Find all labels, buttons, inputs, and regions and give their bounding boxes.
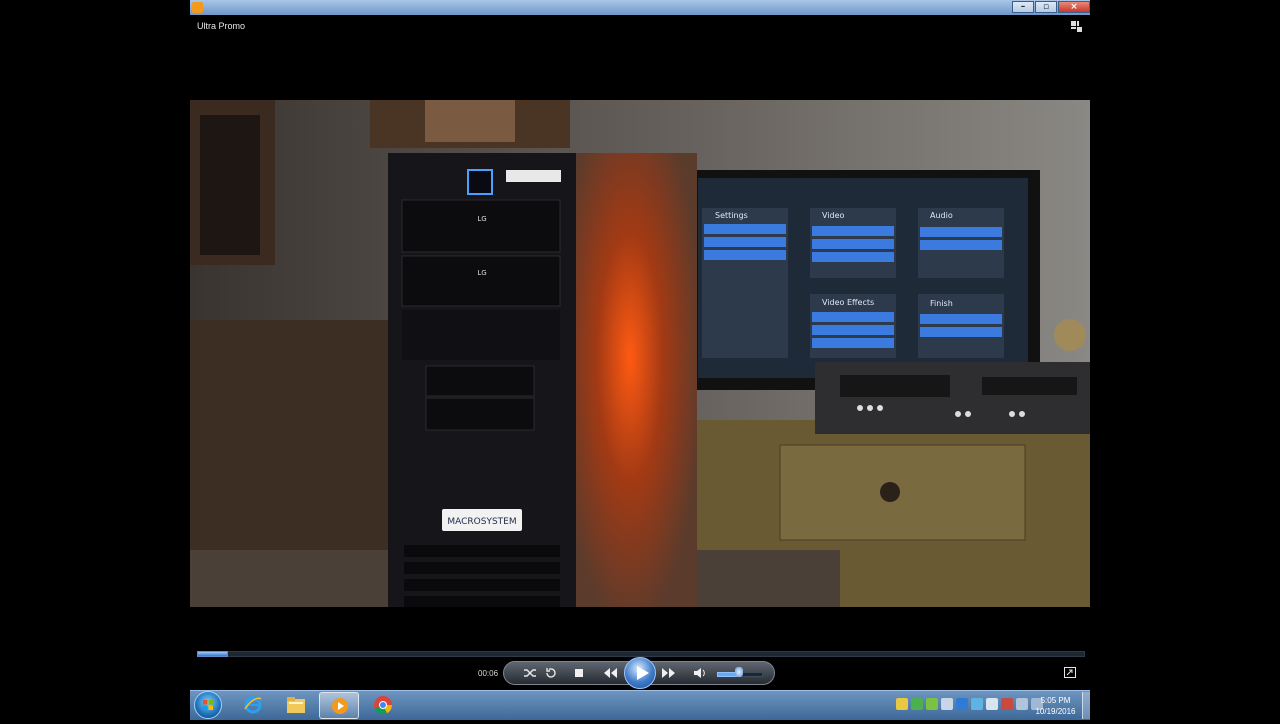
minimize-button[interactable]: – (1012, 1, 1034, 13)
drive-1-brand: LG (477, 215, 486, 223)
tray-app-icon[interactable] (926, 698, 938, 710)
stop-icon[interactable] (572, 667, 586, 679)
media-title: Ultra Promo (197, 21, 246, 31)
window-controls: – ▫ × (1012, 1, 1090, 13)
show-desktop-button[interactable] (1082, 692, 1090, 719)
screen-panel-video-effects: Video Effects (810, 294, 896, 358)
svg-text:Video Effects: Video Effects (822, 298, 874, 307)
network-icon[interactable] (1016, 698, 1028, 710)
close-button[interactable]: × (1058, 1, 1090, 13)
screen-panel-audio: Audio (918, 208, 1004, 278)
svg-text:Audio: Audio (930, 211, 953, 220)
media-player-icon (332, 698, 348, 714)
svg-text:Settings: Settings (715, 211, 748, 220)
system-tray (896, 698, 1043, 710)
tray-app-icon[interactable] (971, 698, 983, 710)
elapsed-time: 00:06 (478, 669, 499, 678)
switch-to-library-icon[interactable] (1070, 20, 1083, 33)
shuffle-icon[interactable] (523, 667, 537, 679)
screen-panel-finish: Finish (918, 294, 1004, 358)
media-player-app-icon (192, 2, 203, 13)
fullscreen-icon[interactable] (1064, 667, 1076, 678)
restore-button[interactable]: ▫ (1035, 1, 1057, 13)
tray-app-icon[interactable] (956, 698, 968, 710)
repeat-icon[interactable] (544, 667, 558, 679)
drive-2-brand: LG (477, 269, 486, 277)
tower-brand-label: MACROSYSTEM (447, 517, 516, 527)
video-frame[interactable]: Settings Video Audio Video Effects Finis… (190, 100, 1090, 607)
taskbar-clock[interactable]: 5:05 PM 10/19/2016 (1028, 695, 1083, 717)
next-icon[interactable] (661, 667, 677, 679)
play-button[interactable] (624, 657, 656, 689)
chrome-icon (374, 696, 393, 715)
clock-date: 10/19/2016 (1035, 707, 1076, 716)
taskbar-chrome[interactable] (363, 692, 403, 719)
action-center-icon[interactable] (1001, 698, 1013, 710)
file-explorer-icon (287, 697, 305, 713)
start-button[interactable] (194, 691, 222, 719)
play-icon (637, 666, 649, 680)
tray-app-icon[interactable] (896, 698, 908, 710)
clock-time: 5:05 PM (1040, 696, 1071, 705)
previous-icon[interactable] (602, 667, 618, 679)
seek-bar-progress (197, 651, 228, 657)
screen-panel-video: Video (810, 208, 896, 278)
volume-thumb[interactable] (735, 667, 743, 677)
taskbar-internet-explorer[interactable] (233, 692, 273, 719)
screen-panel-settings: Settings (702, 208, 788, 358)
tray-app-icon[interactable] (911, 698, 923, 710)
mute-icon[interactable] (693, 667, 707, 679)
windows-logo-icon (203, 700, 213, 710)
svg-text:Finish: Finish (930, 299, 953, 308)
tray-app-icon[interactable] (941, 698, 953, 710)
tray-app-icon[interactable] (986, 698, 998, 710)
taskbar-file-explorer[interactable] (276, 692, 316, 719)
internet-explorer-icon (244, 696, 262, 714)
svg-text:Video: Video (822, 211, 845, 220)
window-titlebar[interactable] (190, 0, 1090, 15)
taskbar-media-player[interactable] (319, 692, 359, 719)
